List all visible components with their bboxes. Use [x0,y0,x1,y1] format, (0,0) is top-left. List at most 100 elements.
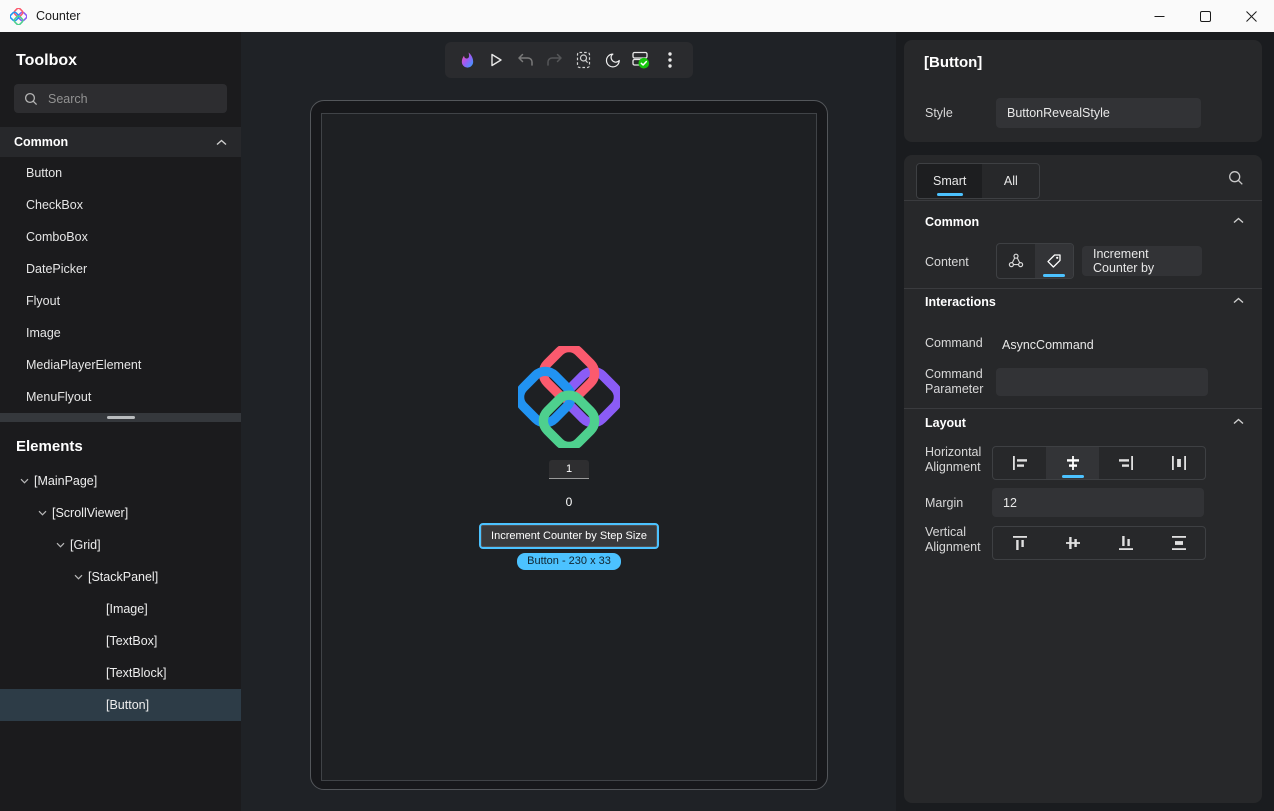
tree-row[interactable]: [StackPanel] [0,561,241,593]
hot-reload-flame-icon[interactable] [455,48,479,72]
align-center-vertical-icon[interactable] [1046,527,1099,559]
device-screen: 1 0 Increment Counter by Step Size Butto… [321,113,817,781]
search-placeholder: Search [48,92,88,106]
step-size-textbox[interactable]: 1 [549,460,589,479]
design-canvas: 1 0 Increment Counter by Step Size Butto… [241,32,896,811]
toolbox-item[interactable]: Image [0,317,241,349]
content-label: Content [925,255,969,270]
tree-row[interactable]: [TextBlock] [0,657,241,689]
more-kebab-icon[interactable] [658,48,682,72]
tree-row[interactable]: [Image] [0,593,241,625]
chevron-down-icon [20,478,29,484]
selected-element-title: [Button] [904,40,1262,71]
toolbox-item[interactable]: DatePicker [0,253,241,285]
chevron-down-icon [38,510,47,516]
property-tab[interactable]: Smart [917,164,982,198]
command-label: Command [925,336,983,351]
tree-node-label: [ScrollViewer] [52,506,128,520]
tree-row[interactable]: [Button] [0,689,241,721]
tree-row[interactable]: [TextBox] [0,625,241,657]
property-tab[interactable]: All [982,164,1039,198]
theme-moon-icon[interactable] [600,48,624,72]
properties-panel: [Button] Style ButtonRevealStyle Smart Al… [896,32,1274,811]
horizontal-alignment-group [992,446,1206,480]
toolbox-item[interactable]: MediaPlayerElement [0,349,241,381]
redo-icon[interactable] [542,48,566,72]
align-left-icon[interactable] [993,447,1046,479]
counter-textblock: 0 [566,495,573,509]
horizontal-alignment-label: Horizontal Alignment [925,445,987,475]
toolbox-item[interactable]: Flyout [0,285,241,317]
connected-status-icon[interactable] [629,48,653,72]
tree-node-label: [TextBlock] [106,666,166,680]
align-center-horizontal-icon[interactable] [1046,447,1099,479]
binding-icon[interactable] [997,244,1035,278]
splitter-handle-icon [107,416,135,419]
tree-node-label: [TextBox] [106,634,157,648]
command-parameter-input[interactable] [996,368,1208,396]
tree-row[interactable]: [MainPage] [0,465,241,497]
zoom-to-fit-icon[interactable] [571,48,595,72]
toolbox-item[interactable]: CheckBox [0,189,241,221]
device-frame: 1 0 Increment Counter by Step Size Butto… [310,100,828,790]
toolbox-item[interactable]: ComboBox [0,221,241,253]
tree-node-label: [Grid] [70,538,101,552]
chevron-down-icon [56,542,65,548]
toolbox-section-common[interactable]: Common [0,127,241,157]
margin-input[interactable]: 12 [992,488,1204,517]
toolbox-section-label: Common [14,135,68,149]
tree-row[interactable]: [ScrollViewer] [0,497,241,529]
tag-icon[interactable] [1035,244,1073,278]
left-sidebar: Toolbox Search Common ButtonCheckBoxComb… [0,32,241,811]
style-input[interactable]: ButtonRevealStyle [996,98,1201,128]
tab-label: Smart [933,174,966,188]
align-stretch-horizontal-icon[interactable] [1152,447,1205,479]
undo-icon[interactable] [513,48,537,72]
align-right-icon[interactable] [1099,447,1152,479]
command-value[interactable]: AsyncCommand [1002,338,1094,352]
chevron-up-icon[interactable] [1233,297,1244,304]
vertical-alignment-label: Vertical Alignment [925,525,987,555]
align-top-icon[interactable] [993,527,1046,559]
minimize-button[interactable] [1136,0,1182,32]
canvas-toolbar [445,42,693,78]
tree-node-label: [StackPanel] [88,570,158,584]
tree-node-label: [Button] [106,698,149,712]
panel-splitter[interactable] [0,413,241,422]
properties-search-icon[interactable] [1228,170,1244,186]
toolbox-item[interactable]: MenuFlyout [0,381,241,413]
content-mode-toggle [996,243,1074,279]
vertical-alignment-group [992,526,1206,560]
close-button[interactable] [1228,0,1274,32]
chevron-up-icon[interactable] [1233,217,1244,224]
toolbox-item[interactable]: Button [0,157,241,189]
elements-tree: [MainPage] [ScrollViewer] [Grid] [Stac [0,465,241,721]
section-interactions-header[interactable]: Interactions [925,295,996,309]
section-common-header[interactable]: Common [925,215,979,229]
elements-title: Elements [0,422,241,465]
align-bottom-icon[interactable] [1099,527,1152,559]
chevron-down-icon [74,574,83,580]
increment-button[interactable]: Increment Counter by Step Size [481,525,657,547]
section-layout-header[interactable]: Layout [925,416,966,430]
titlebar: Counter [0,0,1274,32]
content-value-input[interactable]: Increment Counter by [1082,246,1202,276]
tree-row[interactable]: [Grid] [0,529,241,561]
style-label: Style [925,106,996,120]
selected-element-card: [Button] Style ButtonRevealStyle [904,40,1262,142]
maximize-button[interactable] [1182,0,1228,32]
window-title: Counter [36,9,80,23]
toolbox-search-input[interactable]: Search [14,84,227,113]
app-window: Counter Toolbox Search Common ButtonChec… [0,0,1274,811]
chevron-up-icon [216,139,227,146]
uno-logo-image[interactable] [518,346,620,448]
toolbox-list: ButtonCheckBoxComboBoxDatePickerFlyoutIm… [0,157,241,413]
uno-logo-icon [10,8,27,25]
selection-size-badge: Button - 230 x 33 [517,553,621,570]
toolbox-title: Toolbox [0,32,241,82]
align-stretch-vertical-icon[interactable] [1152,527,1205,559]
chevron-up-icon[interactable] [1233,418,1244,425]
search-icon [24,92,38,106]
play-icon[interactable] [484,48,508,72]
tab-label: All [1004,174,1018,188]
